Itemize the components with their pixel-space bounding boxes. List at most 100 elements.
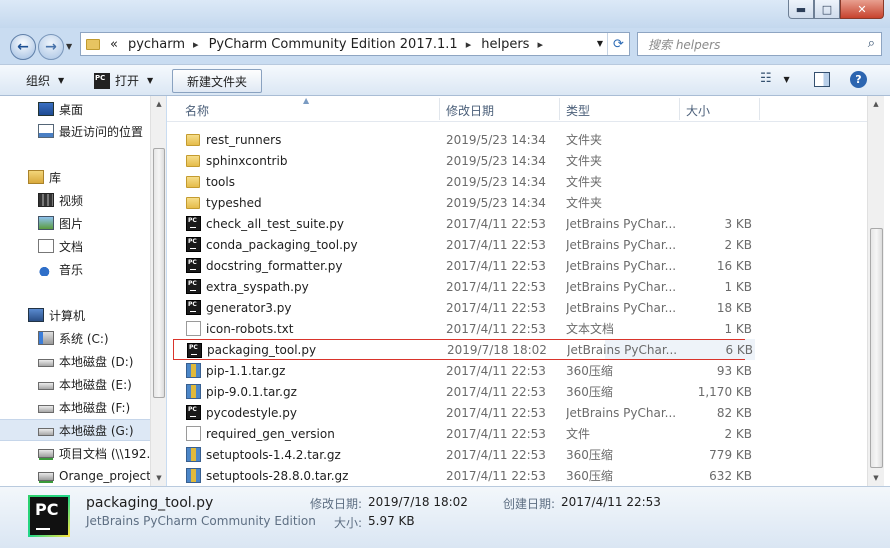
chevron-right-icon[interactable]: ▸ <box>466 38 472 51</box>
column-type[interactable]: 类型 <box>566 102 590 119</box>
nav-item[interactable]: 音乐 <box>0 258 150 280</box>
window-controls: ▬ □ ✕ <box>788 0 884 19</box>
nav-item[interactable]: 最近访问的位置 <box>0 120 150 142</box>
recent-pages-dropdown[interactable]: ▼ <box>66 42 76 52</box>
open-button[interactable]: PC 打开 ▼ <box>94 72 153 89</box>
search-icon[interactable]: ⌕ <box>868 36 875 51</box>
nav-item[interactable]: Orange_project <box>0 465 151 487</box>
column-divider[interactable] <box>559 98 560 120</box>
nav-item[interactable]: 图片 <box>0 212 150 234</box>
column-date[interactable]: 修改日期 <box>446 102 494 119</box>
folder-icon <box>86 38 100 50</box>
scroll-down-icon[interactable]: ▼ <box>151 470 167 486</box>
navigation-bar: ← → ▼ « pycharm ▸ PyCharm Community Edit… <box>0 28 890 64</box>
file-row[interactable]: pycodestyle.py 2017/4/11 22:53 JetBrains P… <box>183 402 755 423</box>
nav-item[interactable]: 本地磁盘 (E:) <box>0 373 150 395</box>
minimize-button[interactable]: ▬ <box>788 0 814 19</box>
refresh-button[interactable]: ⟳ <box>607 33 629 55</box>
file-row[interactable]: setuptools-1.4.2.tar.gz 2017/4/11 22:53 36… <box>183 444 755 465</box>
address-bar[interactable]: « pycharm ▸ PyCharm Community Edition 20… <box>80 32 630 56</box>
file-name: pycodestyle.py <box>206 405 297 420</box>
python-file-icon <box>186 300 201 315</box>
nav-item[interactable]: 库 <box>0 166 150 188</box>
column-divider[interactable] <box>679 98 680 120</box>
nav-item[interactable]: 本地磁盘 (F:) <box>0 396 150 418</box>
file-row[interactable]: generator3.py 2017/4/11 22:53 JetBrains Py… <box>183 297 755 318</box>
file-row[interactable]: rest_runners 2019/5/23 14:34 文件夹 <box>183 129 755 150</box>
breadcrumb-pycharm-ce[interactable]: PyCharm Community Edition 2017.1.1 <box>209 37 458 52</box>
nav-scrollbar[interactable]: ▲ ▼ <box>150 96 166 486</box>
file-row[interactable]: setuptools-28.8.0.tar.gz 2017/4/11 22:53 3… <box>183 465 755 486</box>
file-row[interactable]: pip-1.1.tar.gz 2017/4/11 22:53 360压缩 93 KB <box>183 360 755 381</box>
file-row[interactable]: extra_syspath.py 2017/4/11 22:53 JetBrains… <box>183 276 755 297</box>
file-scroll-thumb[interactable] <box>870 228 883 468</box>
network-drive-icon <box>38 471 54 481</box>
scroll-up-icon[interactable]: ▲ <box>868 96 884 112</box>
close-button[interactable]: ✕ <box>840 0 884 19</box>
detail-modified-label: 修改日期: <box>310 497 363 511</box>
chevron-right-icon[interactable]: ▸ <box>193 38 199 51</box>
search-input[interactable]: 搜索 helpers ⌕ <box>637 32 882 56</box>
file-row[interactable]: tools 2019/5/23 14:34 文件夹 <box>183 171 755 192</box>
breadcrumb-overflow[interactable]: « <box>110 37 118 52</box>
nav-item[interactable]: 计算机 <box>0 304 150 326</box>
file-date: 2019/5/23 14:34 <box>446 195 546 210</box>
nav-scroll-thumb[interactable] <box>153 148 165 398</box>
file-row[interactable]: sphinxcontrib 2019/5/23 14:34 文件夹 <box>183 150 755 171</box>
nav-item[interactable]: 本地磁盘 (G:) <box>0 419 150 441</box>
scroll-down-icon[interactable]: ▼ <box>868 470 884 486</box>
column-name[interactable]: 名称 <box>185 102 209 119</box>
file-row[interactable]: required_gen_version 2017/4/11 22:53 文件 2 K… <box>183 423 755 444</box>
help-button[interactable]: ? <box>850 71 867 88</box>
nav-item-label: 系统 (C:) <box>59 331 109 346</box>
nav-item[interactable]: 项目文档 (\\192. <box>0 442 150 464</box>
file-size: 2 KB <box>724 237 752 252</box>
file-date: 2017/4/11 22:53 <box>446 363 546 378</box>
file-row[interactable]: icon-robots.txt 2017/4/11 22:53 文本文档 1 KB <box>183 318 755 339</box>
file-row[interactable]: packaging_tool.py 2019/7/18 18:02 JetBrain… <box>173 339 753 360</box>
file-row[interactable]: conda_packaging_tool.py 2017/4/11 22:53 Je… <box>183 234 755 255</box>
file-row[interactable]: typeshed 2019/5/23 14:34 文件夹 <box>183 192 755 213</box>
file-name: setuptools-28.8.0.tar.gz <box>206 468 349 483</box>
file-name: extra_syspath.py <box>206 279 309 294</box>
file-type: 文件夹 <box>566 196 603 210</box>
column-divider[interactable] <box>439 98 440 120</box>
computer-icon <box>28 308 44 322</box>
file-row[interactable]: check_all_test_suite.py 2017/4/11 22:53 Je… <box>183 213 755 234</box>
nav-item[interactable]: 桌面 <box>0 98 150 120</box>
nav-item[interactable]: 文档 <box>0 235 150 257</box>
file-scrollbar[interactable]: ▲ ▼ <box>867 96 884 486</box>
chevron-right-icon[interactable]: ▸ <box>537 38 543 51</box>
column-divider[interactable] <box>759 98 760 120</box>
python-file-icon <box>186 258 201 273</box>
file-row[interactable]: pip-9.0.1.tar.gz 2017/4/11 22:53 360压缩 1,17… <box>183 381 755 402</box>
scroll-up-icon[interactable]: ▲ <box>151 96 167 112</box>
nav-item[interactable]: 系统 (C:) <box>0 327 150 349</box>
file-type: 360压缩 <box>566 364 613 378</box>
file-type: JetBrains PyChar... <box>567 342 677 357</box>
nav-item-label: 本地磁盘 (D:) <box>59 354 134 369</box>
drive-icon <box>38 382 54 390</box>
file-date: 2017/4/11 22:53 <box>446 468 546 483</box>
nav-item[interactable]: 本地磁盘 (D:) <box>0 350 150 372</box>
file-type: 360压缩 <box>566 448 613 462</box>
nav-item-label: 本地磁盘 (F:) <box>59 400 131 415</box>
search-placeholder: 搜索 helpers <box>648 37 721 52</box>
breadcrumb-pycharm[interactable]: pycharm <box>128 37 185 52</box>
maximize-button[interactable]: □ <box>814 0 840 19</box>
drive-icon <box>38 428 54 436</box>
address-history-dropdown[interactable]: ▼ <box>597 39 603 48</box>
nav-item[interactable]: 视频 <box>0 189 150 211</box>
file-row[interactable]: docstring_formatter.py 2017/4/11 22:53 Jet… <box>183 255 755 276</box>
back-button[interactable]: ← <box>10 34 36 60</box>
organize-menu-button[interactable]: 组织 ▼ <box>26 72 64 89</box>
preview-pane-button[interactable] <box>814 72 830 87</box>
file-type: 文件夹 <box>566 133 603 147</box>
nav-item-label: 文档 <box>59 239 84 254</box>
column-size[interactable]: 大小 <box>686 102 710 119</box>
breadcrumb-helpers[interactable]: helpers <box>481 37 529 52</box>
pycharm-icon: PC <box>94 72 110 89</box>
new-folder-button[interactable]: 新建文件夹 <box>172 69 262 93</box>
forward-button[interactable]: → <box>38 34 64 60</box>
view-options-button[interactable]: ☷ ▼ <box>760 71 790 86</box>
